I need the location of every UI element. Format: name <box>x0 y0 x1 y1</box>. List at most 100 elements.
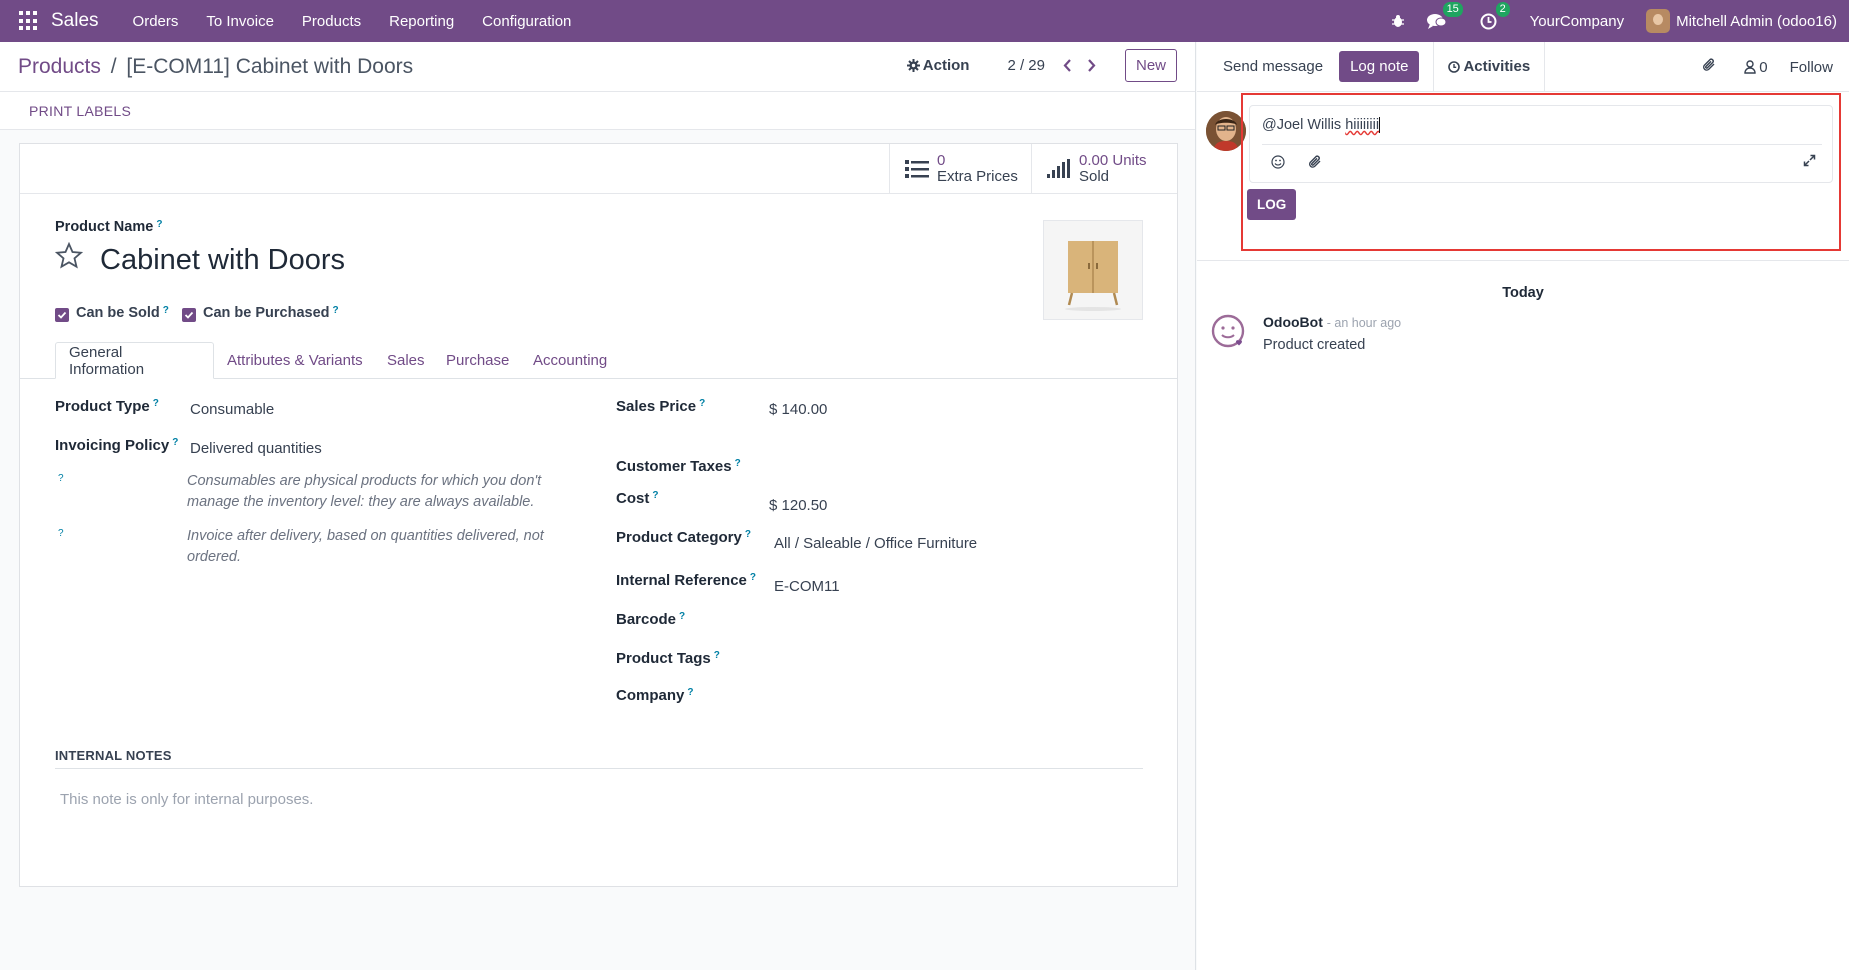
bug-icon[interactable] <box>1391 14 1405 28</box>
follow-button[interactable]: Follow <box>1790 59 1833 76</box>
paperclip-icon[interactable] <box>1702 57 1716 77</box>
product-name-label: Product Name? <box>55 219 163 235</box>
product-image[interactable] <box>1043 220 1143 320</box>
followers-button[interactable]: 0 <box>1744 59 1768 76</box>
user-menu[interactable]: Mitchell Admin (odoo16) <box>1676 13 1837 30</box>
invoicing-policy-field[interactable]: Delivered quantities <box>190 440 322 457</box>
internal-notes-label: INTERNAL NOTES <box>55 748 172 763</box>
form-sheet: 0 Extra Prices 0.00 Units Sold Product Nam… <box>19 143 1178 887</box>
tab-sales[interactable]: Sales <box>374 342 438 379</box>
product-type-field[interactable]: Consumable <box>190 401 274 418</box>
app-name[interactable]: Sales <box>51 10 99 32</box>
internal-reference-field[interactable]: E-COM11 <box>774 578 840 595</box>
activities-badge: 2 <box>1495 1 1510 17</box>
gear-icon <box>906 59 920 72</box>
cost-label: Cost? <box>616 490 659 507</box>
form-view: Products / [E-COM11] Cabinet with Doors … <box>0 42 1196 970</box>
favorite-star-icon[interactable] <box>54 241 84 273</box>
breadcrumb-separator: / <box>110 54 117 78</box>
user-avatar[interactable] <box>1646 9 1671 33</box>
smart-button-box: 0 Extra Prices 0.00 Units Sold <box>20 144 1177 194</box>
odoobot-avatar <box>1211 314 1247 354</box>
log-note-button[interactable]: Log note <box>1339 51 1420 82</box>
chatter-panel: Send message Log note Activities 0 Follo… <box>1197 41 1849 970</box>
control-panel: Products / [E-COM11] Cabinet with Doors … <box>0 42 1195 92</box>
attachment-icon[interactable] <box>1308 154 1322 174</box>
help-icon[interactable]: ? <box>333 305 339 316</box>
expand-icon[interactable] <box>1803 154 1816 171</box>
customer-taxes-label: Customer Taxes? <box>616 458 741 475</box>
sales-price-label: Sales Price? <box>616 398 706 415</box>
pager-next-icon[interactable] <box>1083 57 1101 75</box>
help-icon[interactable]: ? <box>156 219 162 230</box>
breadcrumb: Products / [E-COM11] Cabinet with Doors <box>18 55 413 79</box>
composer-input[interactable]: @Joel Willis hiiiiiiii <box>1262 117 1381 134</box>
messages-icon[interactable]: 15 <box>1426 1 1463 30</box>
tab-purchase[interactable]: Purchase <box>433 342 522 379</box>
signal-bars-icon <box>1047 158 1070 178</box>
extra-prices-button[interactable]: 0 Extra Prices <box>889 144 1031 193</box>
composer: @Joel Willis hiiiiiiii <box>1249 105 1833 183</box>
log-button[interactable]: LOG <box>1247 189 1297 220</box>
tab-general-information[interactable]: General Information <box>55 342 214 379</box>
menu-products[interactable]: Products <box>302 13 361 30</box>
composer-avatar <box>1206 111 1246 151</box>
tab-attributes-variants[interactable]: Attributes & Variants <box>214 342 376 379</box>
can-be-sold-checkbox[interactable] <box>55 308 69 322</box>
help-icon[interactable]: ? <box>735 458 741 469</box>
action-label: Action <box>922 57 970 74</box>
help-icon[interactable]: ? <box>652 490 658 501</box>
product-category-label: Product Category? <box>616 529 751 546</box>
can-be-sold-label: Can be Sold? <box>76 305 169 321</box>
message-time: - an hour ago <box>1326 316 1402 330</box>
menu-orders[interactable]: Orders <box>133 13 179 30</box>
menu-to-invoice[interactable]: To Invoice <box>206 13 274 30</box>
print-labels-button[interactable]: PRINT LABELS <box>29 103 131 119</box>
clock-icon <box>1448 60 1461 73</box>
cost-field[interactable]: $ 120.50 <box>769 497 827 514</box>
pager-value[interactable]: 2 / 29 <box>1007 57 1045 74</box>
company-switcher[interactable]: YourCompany <box>1530 13 1625 30</box>
help-icon[interactable]: ? <box>172 437 178 448</box>
breadcrumb-products[interactable]: Products <box>18 55 101 78</box>
product-type-label: Product Type? <box>55 398 159 415</box>
status-bar: PRINT LABELS <box>0 92 1195 130</box>
message-author[interactable]: OdooBot <box>1263 314 1323 330</box>
can-be-purchased-checkbox[interactable] <box>182 308 196 322</box>
activities-clock-icon[interactable]: 2 <box>1480 1 1510 30</box>
pager-previous-icon[interactable] <box>1059 57 1077 75</box>
user-icon <box>1744 60 1756 74</box>
menu-configuration[interactable]: Configuration <box>482 13 571 30</box>
menu-reporting[interactable]: Reporting <box>389 13 454 30</box>
help-icon[interactable]: ? <box>745 529 751 540</box>
messages-badge: 15 <box>1442 1 1463 17</box>
action-button[interactable]: Action <box>906 57 970 74</box>
help-icon[interactable]: ? <box>58 528 64 539</box>
new-button[interactable]: New <box>1124 49 1177 82</box>
app-menu-icon[interactable] <box>19 11 39 31</box>
internal-notes-field[interactable]: This note is only for internal purposes. <box>60 791 313 808</box>
emoji-icon[interactable] <box>1271 155 1285 173</box>
help-icon[interactable]: ? <box>714 650 720 661</box>
help-icon[interactable]: ? <box>750 572 756 583</box>
product-category-field[interactable]: All / Saleable / Office Furniture <box>774 535 977 552</box>
product-name-field[interactable]: Cabinet with Doors <box>100 244 345 277</box>
notebook-tabs: General Information Attributes & Variant… <box>20 342 1177 379</box>
extra-prices-value: 0 <box>937 151 946 169</box>
breadcrumb-current: [E-COM11] Cabinet with Doors <box>126 54 414 78</box>
top-navbar: Sales Orders To Invoice Products Reporti… <box>0 0 1849 42</box>
invoicing-policy-hint: Invoice after delivery, based on quantit… <box>187 528 544 565</box>
help-icon[interactable]: ? <box>153 398 159 409</box>
tab-accounting[interactable]: Accounting <box>520 342 620 379</box>
sales-price-field[interactable]: $ 140.00 <box>769 401 827 418</box>
help-icon[interactable]: ? <box>58 473 64 484</box>
help-icon[interactable]: ? <box>163 305 169 316</box>
send-message-button[interactable]: Send message <box>1223 58 1323 75</box>
chatter-topbar: Send message Log note Activities 0 Follo… <box>1197 41 1849 92</box>
help-icon[interactable]: ? <box>699 398 705 409</box>
composer-divider <box>1262 144 1822 145</box>
activities-button[interactable]: Activities <box>1433 41 1546 92</box>
units-sold-button[interactable]: 0.00 Units Sold <box>1031 144 1177 193</box>
help-icon[interactable]: ? <box>679 611 685 622</box>
help-icon[interactable]: ? <box>687 687 693 698</box>
